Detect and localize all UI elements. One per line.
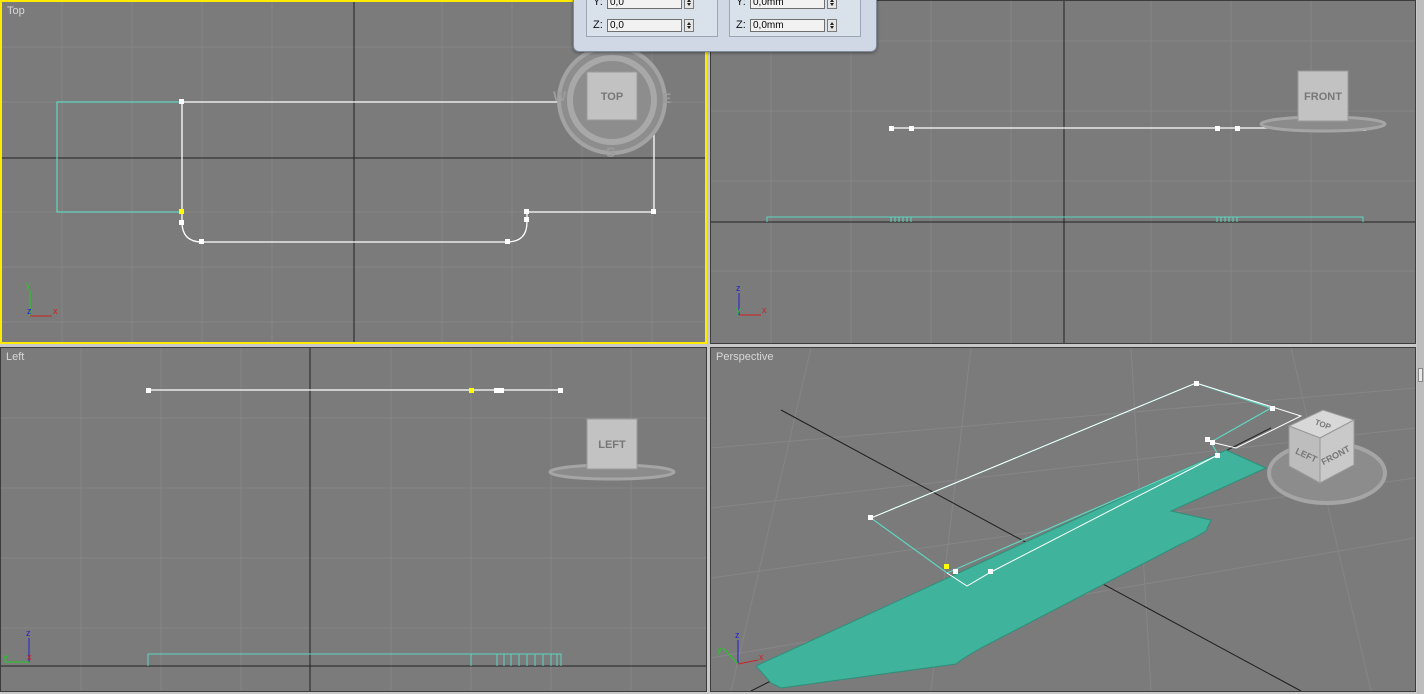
viewcube-perspective[interactable]: TOP LEFT FRONT <box>1267 409 1387 505</box>
axis-tripod: z y x <box>3 628 32 663</box>
absolute-z-row: Z: <box>593 18 694 32</box>
svg-text:x: x <box>27 652 32 662</box>
viewport-perspective[interactable]: Perspective TOP LEFT FRONT z y x <box>710 347 1416 692</box>
right-scrollbar[interactable] <box>1417 0 1424 694</box>
absolute-y-row: Y: <box>593 0 694 9</box>
teal-outline <box>766 216 1364 222</box>
scrollbar-thumb[interactable] <box>1418 368 1423 382</box>
teal-ticks <box>470 654 558 666</box>
viewcube-face-label: LEFT <box>598 439 626 451</box>
offset-y-spinner[interactable] <box>827 0 837 9</box>
absolute-z-input[interactable] <box>607 18 682 32</box>
extruded-mesh[interactable] <box>755 449 1268 689</box>
selected-vertex[interactable] <box>179 209 184 214</box>
offset-y-label: Y: <box>736 0 746 8</box>
axis-tripod: z y x <box>717 630 764 665</box>
front-viewport-canvas: FRONT z y x <box>711 1 1415 343</box>
offset-y-row: Y: <box>736 0 837 9</box>
svg-text:x: x <box>53 306 58 316</box>
compass-e: E <box>662 90 671 106</box>
viewcube-front[interactable]: FRONT <box>1259 70 1387 133</box>
svg-text:y: y <box>736 305 741 315</box>
viewport-label-left[interactable]: Left <box>6 351 24 363</box>
absolute-y-label: Y: <box>593 0 603 8</box>
compass-s: S <box>606 144 615 160</box>
teal-outline <box>56 101 182 213</box>
absolute-z-spinner[interactable] <box>684 18 694 32</box>
selected-vertex[interactable] <box>469 388 474 393</box>
absolute-y-spinner[interactable] <box>684 0 694 9</box>
grid <box>711 1 1415 343</box>
transform-type-in-dialog[interactable]: Y: Z: Y: Z: <box>573 0 877 52</box>
viewport-left[interactable]: Left LEFT z y x <box>0 347 707 692</box>
svg-text:y: y <box>3 652 8 662</box>
compass-w: W <box>553 88 567 104</box>
svg-text:z: z <box>735 630 740 640</box>
svg-text:z: z <box>736 283 741 293</box>
top-viewport-canvas: TOP W E S y z x <box>2 2 705 342</box>
svg-text:y: y <box>26 280 31 290</box>
offset-z-row: Z: <box>736 18 837 32</box>
viewport-label-top[interactable]: Top <box>7 5 25 17</box>
absolute-z-label: Z: <box>593 19 603 31</box>
svg-text:x: x <box>762 305 767 315</box>
viewcube-left[interactable]: LEFT <box>548 418 676 481</box>
offset-screen-group: Y: Z: <box>729 0 861 37</box>
svg-text:z: z <box>26 628 31 638</box>
left-viewport-canvas: LEFT z y x <box>1 348 706 691</box>
perspective-viewport-canvas: TOP LEFT FRONT z y x <box>711 348 1415 691</box>
axis-tripod: z y x <box>736 283 767 316</box>
selected-vertex[interactable] <box>944 564 949 569</box>
svg-text:z: z <box>27 306 32 316</box>
teal-outline <box>147 653 562 666</box>
offset-y-input[interactable] <box>750 0 825 9</box>
absolute-world-group: Y: Z: <box>586 0 718 37</box>
axis-tripod: y z x <box>26 280 58 317</box>
viewcube-face-label: FRONT <box>1304 91 1342 103</box>
viewport-label-perspective[interactable]: Perspective <box>716 351 773 363</box>
absolute-y-input[interactable] <box>607 0 682 9</box>
svg-text:x: x <box>759 652 764 662</box>
offset-z-input[interactable] <box>750 18 825 32</box>
offset-z-spinner[interactable] <box>827 18 837 32</box>
viewcube-face-label: TOP <box>601 91 623 103</box>
grid <box>1 348 706 691</box>
svg-text:y: y <box>717 645 722 655</box>
offset-z-label: Z: <box>736 19 746 31</box>
